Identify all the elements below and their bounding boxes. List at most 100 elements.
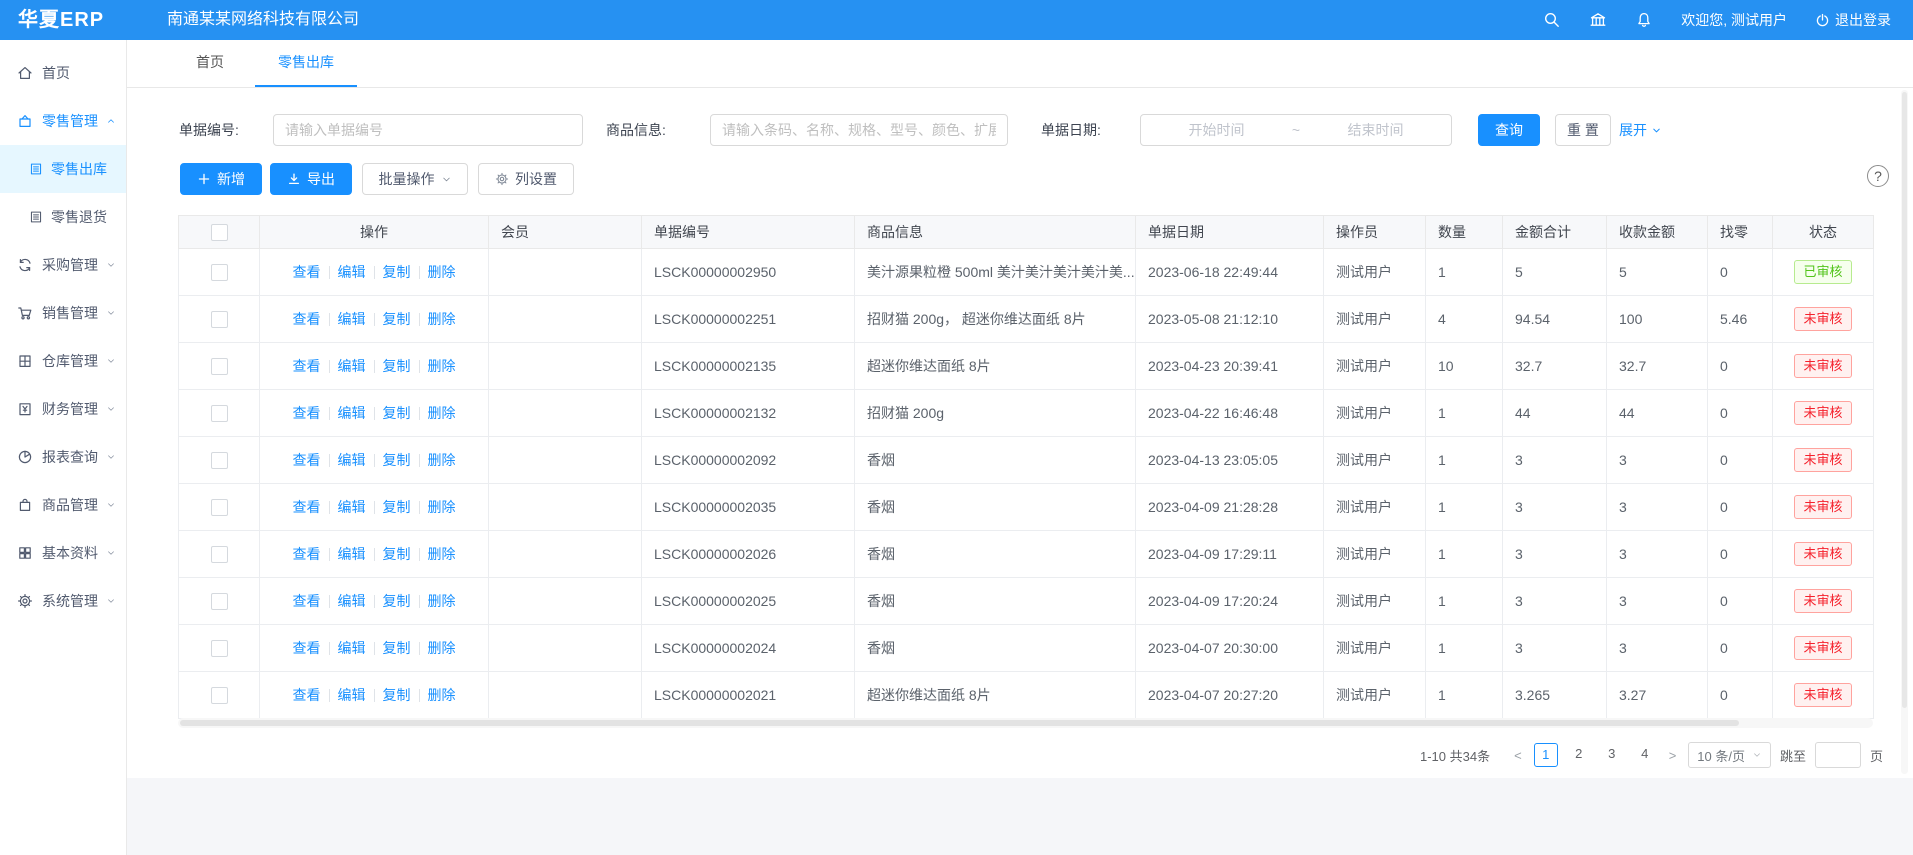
sidebar-item-sales-mgmt[interactable]: 销售管理 xyxy=(0,289,126,337)
op-copy-link[interactable]: 复制 xyxy=(383,264,411,280)
date-range-input[interactable]: 开始时间 ~ 结束时间 xyxy=(1140,114,1452,146)
op-delete-link[interactable]: 删除 xyxy=(428,546,456,562)
row-checkbox[interactable] xyxy=(211,593,228,610)
qty-cell: 10 xyxy=(1426,343,1503,390)
row-checkbox[interactable] xyxy=(211,499,228,516)
op-copy-link[interactable]: 复制 xyxy=(383,499,411,515)
page-number-2[interactable]: 2 xyxy=(1567,743,1591,767)
op-edit-link[interactable]: 编辑 xyxy=(338,264,366,280)
jump-to-page-input[interactable] xyxy=(1815,742,1861,768)
qty-cell: 1 xyxy=(1426,390,1503,437)
op-copy-link[interactable]: 复制 xyxy=(383,640,411,656)
sidebar-item-product-mgmt[interactable]: 商品管理 xyxy=(0,481,126,529)
op-delete-link[interactable]: 删除 xyxy=(428,311,456,327)
op-view-link[interactable]: 查看 xyxy=(293,640,321,656)
op-copy-link[interactable]: 复制 xyxy=(383,687,411,703)
op-delete-link[interactable]: 删除 xyxy=(428,593,456,609)
help-icon[interactable]: ? xyxy=(1867,165,1889,187)
home-icon xyxy=(17,65,33,81)
op-view-link[interactable]: 查看 xyxy=(293,546,321,562)
prev-page-arrow[interactable]: < xyxy=(1511,748,1525,763)
total-cell: 3.265 xyxy=(1503,672,1607,719)
notification-bell-icon[interactable] xyxy=(1635,11,1653,29)
batch-operations-button[interactable]: 批量操作 xyxy=(362,163,468,195)
op-copy-link[interactable]: 复制 xyxy=(383,546,411,562)
expand-link[interactable]: 展开 xyxy=(1619,114,1662,146)
op-delete-link[interactable]: 删除 xyxy=(428,640,456,656)
op-view-link[interactable]: 查看 xyxy=(293,358,321,374)
sidebar-item-basic-data[interactable]: 基本资料 xyxy=(0,529,126,577)
row-checkbox[interactable] xyxy=(211,405,228,422)
scrollbar-thumb[interactable] xyxy=(180,720,1739,726)
reset-button[interactable]: 重 置 xyxy=(1555,114,1611,146)
vertical-scrollbar[interactable] xyxy=(1901,90,1908,774)
page-number-3[interactable]: 3 xyxy=(1600,743,1624,767)
sidebar-item-purchase-mgmt[interactable]: 采购管理 xyxy=(0,241,126,289)
row-checkbox[interactable] xyxy=(211,687,228,704)
platform-icon[interactable] xyxy=(1589,11,1607,29)
next-page-arrow[interactable]: > xyxy=(1666,748,1680,763)
op-delete-link[interactable]: 删除 xyxy=(428,687,456,703)
search-button[interactable]: 查询 xyxy=(1478,114,1540,146)
column-settings-button[interactable]: 列设置 xyxy=(478,163,574,195)
row-checkbox[interactable] xyxy=(211,358,228,375)
op-view-link[interactable]: 查看 xyxy=(293,405,321,421)
row-checkbox[interactable] xyxy=(211,264,228,281)
op-edit-link[interactable]: 编辑 xyxy=(338,640,366,656)
sidebar-item-finance-mgmt[interactable]: 财务管理 xyxy=(0,385,126,433)
page-number-1[interactable]: 1 xyxy=(1534,743,1558,767)
op-edit-link[interactable]: 编辑 xyxy=(338,687,366,703)
horizontal-scrollbar[interactable] xyxy=(178,718,1873,728)
row-checkbox[interactable] xyxy=(211,452,228,469)
op-delete-link[interactable]: 删除 xyxy=(428,358,456,374)
page-number-4[interactable]: 4 xyxy=(1633,743,1657,767)
op-edit-link[interactable]: 编辑 xyxy=(338,452,366,468)
op-delete-link[interactable]: 删除 xyxy=(428,499,456,515)
op-copy-link[interactable]: 复制 xyxy=(383,593,411,609)
sidebar-item-retail-return[interactable]: 零售退货 xyxy=(0,193,126,241)
tab-retail-outbound[interactable]: 零售出库 xyxy=(255,40,357,87)
op-edit-link[interactable]: 编辑 xyxy=(338,405,366,421)
sidebar-item-warehouse-mgmt[interactable]: 仓库管理 xyxy=(0,337,126,385)
sidebar-item-system-mgmt[interactable]: 系统管理 xyxy=(0,577,126,625)
op-view-link[interactable]: 查看 xyxy=(293,264,321,280)
page-size-select[interactable]: 10 条/页 xyxy=(1688,742,1771,768)
sidebar-item-report-query[interactable]: 报表查询 xyxy=(0,433,126,481)
op-delete-link[interactable]: 删除 xyxy=(428,452,456,468)
search-icon[interactable] xyxy=(1543,11,1561,29)
sidebar-item-retail-mgmt[interactable]: 零售管理 xyxy=(0,97,126,145)
tab-home[interactable]: 首页 xyxy=(173,40,247,87)
op-view-link[interactable]: 查看 xyxy=(293,452,321,468)
op-edit-link[interactable]: 编辑 xyxy=(338,499,366,515)
op-delete-link[interactable]: 删除 xyxy=(428,405,456,421)
sidebar-item-retail-outbound[interactable]: 零售出库 xyxy=(0,145,126,193)
op-separator xyxy=(329,266,330,279)
row-checkbox[interactable] xyxy=(211,546,228,563)
op-edit-link[interactable]: 编辑 xyxy=(338,546,366,562)
chevron-down-icon xyxy=(106,452,116,462)
operator-cell: 测试用户 xyxy=(1324,672,1426,719)
scrollbar-thumb[interactable] xyxy=(1902,92,1907,708)
bill-no-input[interactable] xyxy=(273,114,583,146)
row-checkbox[interactable] xyxy=(211,640,228,657)
op-copy-link[interactable]: 复制 xyxy=(383,311,411,327)
op-edit-link[interactable]: 编辑 xyxy=(338,311,366,327)
select-all-checkbox[interactable] xyxy=(211,224,228,241)
op-delete-link[interactable]: 删除 xyxy=(428,264,456,280)
op-edit-link[interactable]: 编辑 xyxy=(338,358,366,374)
logout-button[interactable]: 退出登录 xyxy=(1815,10,1891,30)
add-button[interactable]: 新增 xyxy=(180,163,262,195)
op-view-link[interactable]: 查看 xyxy=(293,593,321,609)
op-copy-link[interactable]: 复制 xyxy=(383,452,411,468)
op-view-link[interactable]: 查看 xyxy=(293,499,321,515)
row-checkbox[interactable] xyxy=(211,311,228,328)
op-view-link[interactable]: 查看 xyxy=(293,311,321,327)
export-button[interactable]: 导出 xyxy=(270,163,352,195)
op-copy-link[interactable]: 复制 xyxy=(383,405,411,421)
sidebar-item-home[interactable]: 首页 xyxy=(0,49,126,97)
col-header-operator: 操作员 xyxy=(1324,216,1426,249)
op-copy-link[interactable]: 复制 xyxy=(383,358,411,374)
op-view-link[interactable]: 查看 xyxy=(293,687,321,703)
op-edit-link[interactable]: 编辑 xyxy=(338,593,366,609)
product-info-input[interactable] xyxy=(710,114,1008,146)
